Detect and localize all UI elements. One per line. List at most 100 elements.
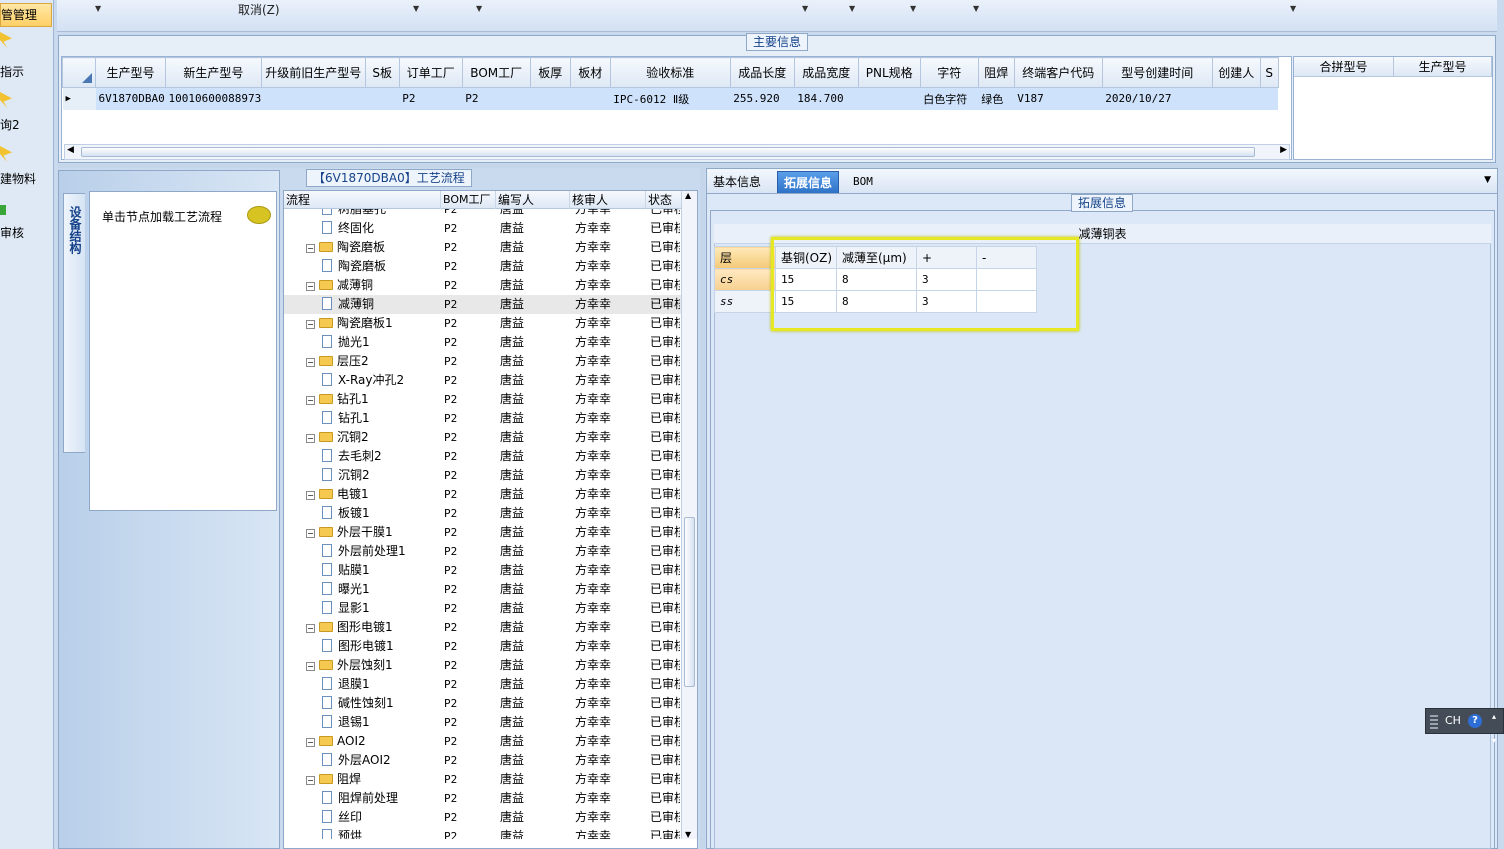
tree-node[interactable]: − 陶瓷磨板1 xyxy=(306,314,441,333)
scroll-left-icon[interactable]: ◀ xyxy=(67,145,74,155)
tree-row[interactable]: 去毛刺2 P2 唐益 方幸幸 已审核 xyxy=(284,447,682,466)
collapse-icon[interactable]: − xyxy=(306,358,315,367)
table-cell[interactable] xyxy=(1260,87,1279,110)
tree-node[interactable]: − 外层干膜1 xyxy=(306,523,441,542)
table-cell[interactable]: IPC-6012 Ⅱ级 xyxy=(610,87,731,110)
ime-toolbar[interactable]: CH ? ▴ ▾ xyxy=(1425,708,1504,745)
col-header[interactable]: 生产型号 xyxy=(95,57,166,88)
nav-header[interactable]: 管管理 xyxy=(0,3,52,27)
tree-row[interactable]: 抛光1 P2 唐益 方幸幸 已审核 xyxy=(284,333,682,352)
tree-row[interactable]: − AOI2 P2 唐益 方幸幸 已审核 xyxy=(284,732,682,751)
tree-node[interactable]: − 减薄铜 xyxy=(306,276,441,295)
tree-row[interactable]: 贴膜1 P2 唐益 方幸幸 已审核 xyxy=(284,561,682,580)
tree-node[interactable]: − 外层蚀刻1 xyxy=(306,656,441,675)
tree-row[interactable]: 树脂塞孔 P2 唐益 方幸幸 已审核 xyxy=(284,209,682,219)
collapse-icon[interactable]: − xyxy=(306,624,315,633)
tree-row[interactable]: 显影1 P2 唐益 方幸幸 已审核 xyxy=(284,599,682,618)
col-header[interactable]: S xyxy=(1259,57,1279,88)
collapse-icon[interactable]: − xyxy=(306,529,315,538)
tree-node[interactable]: 退膜1 xyxy=(322,675,441,694)
scroll-up-icon[interactable]: ▲ xyxy=(685,191,691,200)
table-cell[interactable]: 2020/10/27 xyxy=(1102,87,1213,110)
tab-bom[interactable]: BOM xyxy=(847,171,879,193)
col-header[interactable]: 升级前旧生产型号 xyxy=(260,57,366,88)
ime-language[interactable]: CH xyxy=(1445,709,1461,733)
tree-row[interactable]: 退锡1 P2 唐益 方幸幸 已审核 xyxy=(284,713,682,732)
horizontal-scrollbar[interactable]: ◀ ▶ xyxy=(64,144,1290,160)
collapse-icon[interactable]: − xyxy=(306,282,315,291)
collapse-icon[interactable]: − xyxy=(306,320,315,329)
col-header[interactable]: PNL规格 xyxy=(857,57,921,88)
tree-row[interactable]: 阻焊前处理 P2 唐益 方幸幸 已审核 xyxy=(284,789,682,808)
collapse-icon[interactable]: − xyxy=(306,396,315,405)
tree-node[interactable]: 树脂塞孔 xyxy=(322,209,441,219)
vertical-splitter[interactable] xyxy=(700,168,705,849)
col-header[interactable]: BOM工厂 xyxy=(461,57,531,88)
merge-col-header[interactable]: 生产型号 xyxy=(1394,57,1492,77)
tree-row[interactable]: − 层压2 P2 唐益 方幸幸 已审核 xyxy=(284,352,682,371)
tree-row[interactable]: 丝印 P2 唐益 方幸幸 已审核 xyxy=(284,808,682,827)
collapse-icon[interactable]: − xyxy=(306,738,315,747)
col-header[interactable]: S板 xyxy=(364,57,400,88)
dropdown-arrow-icon[interactable]: ▼ xyxy=(95,4,101,13)
tree-row[interactable]: 终固化 P2 唐益 方幸幸 已审核 xyxy=(284,219,682,238)
table-cell[interactable] xyxy=(570,87,611,110)
tab-basic-info[interactable]: 基本信息 xyxy=(707,171,767,193)
tree-node[interactable]: 图形电镀1 xyxy=(322,637,441,656)
nav-item-1[interactable]: 询2 xyxy=(0,115,52,135)
layer-cell[interactable]: ss xyxy=(714,290,776,313)
dropdown-arrow-icon[interactable]: ▼ xyxy=(973,4,979,13)
table-cell[interactable]: V187 xyxy=(1014,87,1103,110)
merge-col-header[interactable]: 合拼型号 xyxy=(1294,57,1394,77)
tree-row[interactable]: 减薄铜 P2 唐益 方幸幸 已审核 xyxy=(284,295,682,314)
collapse-icon[interactable]: − xyxy=(306,776,315,785)
col-header[interactable]: 型号创建时间 xyxy=(1101,57,1213,88)
layer-cell[interactable]: cs xyxy=(714,268,776,291)
col-header-status[interactable]: 状态 xyxy=(646,191,682,209)
col-header-process[interactable]: 流程 xyxy=(284,191,441,209)
tree-row[interactable]: 预烘 P2 唐益 方幸幸 已审核 xyxy=(284,827,682,839)
ime-menu-icon[interactable]: ▴ ▾ xyxy=(1492,705,1496,753)
tree-row[interactable]: 板镀1 P2 唐益 方幸幸 已审核 xyxy=(284,504,682,523)
table-row[interactable]: ▶ 6V1870DBA0 10010600088973 P2 P2 IPC-6012 Ⅱ级… xyxy=(62,87,1279,110)
nav-item-2[interactable]: 建物料 xyxy=(0,169,52,189)
nav-item-0[interactable]: 指示 xyxy=(0,62,52,82)
tree-node[interactable]: 外层AOI2 xyxy=(322,751,441,770)
tree-node[interactable]: 去毛刺2 xyxy=(322,447,441,466)
dropdown-arrow-icon[interactable]: ▼ xyxy=(476,4,482,13)
tree-node[interactable]: − 图形电镀1 xyxy=(306,618,441,637)
drag-handle[interactable] xyxy=(1430,715,1438,729)
device-structure-tab[interactable]: 设备结构 xyxy=(63,193,85,453)
tree-node[interactable]: 曝光1 xyxy=(322,580,441,599)
col-header[interactable]: 验收标准 xyxy=(609,57,731,88)
tree-node[interactable]: 阻焊前处理 xyxy=(322,789,441,808)
tree-row[interactable]: − 外层蚀刻1 P2 唐益 方幸幸 已审核 xyxy=(284,656,682,675)
tree-row[interactable]: − 电镀1 P2 唐益 方幸幸 已审核 xyxy=(284,485,682,504)
help-icon[interactable]: ? xyxy=(1468,714,1482,728)
tree-node[interactable]: 退锡1 xyxy=(322,713,441,732)
scroll-down-icon[interactable]: ▼ xyxy=(685,830,691,839)
col-header[interactable]: 阻焊 xyxy=(977,57,1015,88)
tree-row[interactable]: − 陶瓷磨板1 P2 唐益 方幸幸 已审核 xyxy=(284,314,682,333)
tree-node[interactable]: − 钻孔1 xyxy=(306,390,441,409)
dropdown-arrow-icon[interactable]: ▼ xyxy=(849,4,855,13)
tree-node[interactable]: − 阻焊 xyxy=(306,770,441,789)
table-cell[interactable]: P2 xyxy=(462,87,531,110)
tab-extended-info[interactable]: 拓展信息 xyxy=(777,171,840,193)
dropdown-arrow-icon[interactable]: ▼ xyxy=(1290,4,1296,13)
tree-node[interactable]: 预烘 xyxy=(322,827,441,839)
tree-row[interactable]: − 减薄铜 P2 唐益 方幸幸 已审核 xyxy=(284,276,682,295)
col-header-writer[interactable]: 编写人 xyxy=(496,191,570,209)
col-header[interactable]: 成品长度 xyxy=(729,57,795,88)
tree-node[interactable]: 碱性蚀刻1 xyxy=(322,694,441,713)
collapse-icon[interactable]: − xyxy=(306,491,315,500)
tree-node[interactable]: − 沉铜2 xyxy=(306,428,441,447)
tree-row[interactable]: 图形电镀1 P2 唐益 方幸幸 已审核 xyxy=(284,637,682,656)
col-header[interactable]: 板厚 xyxy=(529,57,571,88)
tree-node[interactable]: − 电镀1 xyxy=(306,485,441,504)
tree-node[interactable]: 板镀1 xyxy=(322,504,441,523)
tree-node[interactable]: − 层压2 xyxy=(306,352,441,371)
tree-node[interactable]: 外层前处理1 xyxy=(322,542,441,561)
tree-row[interactable]: − 沉铜2 P2 唐益 方幸幸 已审核 xyxy=(284,428,682,447)
tree-row[interactable]: 钻孔1 P2 唐益 方幸幸 已审核 xyxy=(284,409,682,428)
